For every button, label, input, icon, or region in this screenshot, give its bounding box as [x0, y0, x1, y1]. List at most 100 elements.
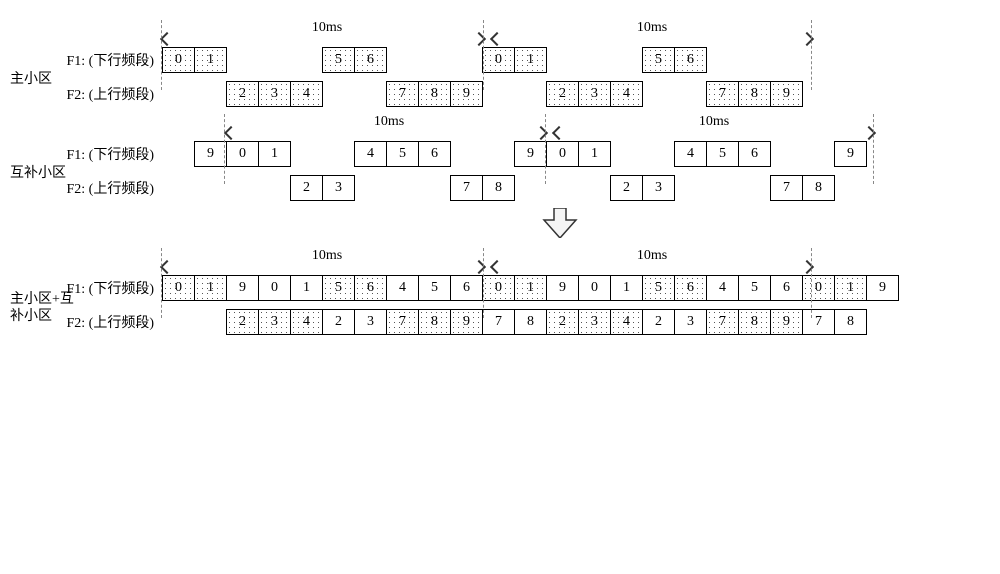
slot-cell [418, 175, 451, 201]
slot-cell [514, 81, 547, 107]
slot-cell: 0 [226, 141, 259, 167]
slot-cell: 8 [738, 309, 771, 335]
slot-cell [802, 141, 835, 167]
slot-cell: 1 [258, 141, 291, 167]
slot-cell: 4 [354, 141, 387, 167]
combined-f1-slots: 01901564560190156456019 [162, 275, 899, 301]
slot-cell [258, 47, 291, 73]
slot-cell [578, 47, 611, 73]
slot-cell: 2 [226, 81, 259, 107]
primary-f1-row: F1: (下行频段) 01560156 [42, 46, 990, 74]
slot-cell [450, 141, 483, 167]
complement-f1-slots: 9014569014569 [162, 141, 867, 167]
slot-cell: 7 [706, 81, 739, 107]
slot-cell [322, 81, 355, 107]
combined-f1-row: F1: (下行频段) 01901564560190156456019 [42, 274, 990, 302]
slot-cell: 5 [418, 275, 451, 301]
slot-cell [386, 175, 419, 201]
slot-cell: 8 [418, 81, 451, 107]
slot-cell: 4 [290, 309, 323, 335]
slot-cell [770, 141, 803, 167]
slot-cell: 7 [386, 81, 419, 107]
slot-cell [514, 175, 547, 201]
slot-cell: 4 [610, 309, 643, 335]
time-label: 10ms [637, 20, 667, 36]
time-label: 10ms [699, 114, 729, 130]
slot-cell: 2 [546, 81, 579, 107]
slot-cell: 5 [738, 275, 771, 301]
slot-cell: 1 [514, 275, 547, 301]
combined-label: 主小区+互 补小区 [10, 292, 100, 326]
slot-cell: 8 [418, 309, 451, 335]
slot-cell: 1 [290, 275, 323, 301]
slot-cell: 0 [482, 275, 515, 301]
slot-cell: 7 [482, 309, 515, 335]
combined-time-axis: 10ms 10ms [162, 248, 990, 274]
combined-label-line2: 补小区 [10, 309, 52, 324]
slot-cell [706, 175, 739, 201]
slot-cell: 0 [578, 275, 611, 301]
slot-cell: 0 [802, 275, 835, 301]
slot-cell: 4 [610, 81, 643, 107]
slot-cell [642, 81, 675, 107]
slot-cell: 3 [258, 309, 291, 335]
complement-section: 互补小区 10ms 10ms F1: (下行频段) 9014569014569 … [10, 114, 990, 202]
f1-label: F1: (下行频段) [42, 50, 162, 70]
slot-cell: 0 [482, 47, 515, 73]
slot-cell: 6 [738, 141, 771, 167]
slot-cell: 9 [514, 141, 547, 167]
slot-cell: 2 [610, 175, 643, 201]
slot-cell [194, 175, 227, 201]
slot-cell [290, 47, 323, 73]
slot-cell: 1 [834, 275, 867, 301]
slot-cell: 2 [226, 309, 259, 335]
time-label: 10ms [374, 114, 404, 130]
primary-time-axis: 10ms 10ms [162, 20, 990, 46]
primary-f1-slots: 01560156 [162, 47, 707, 73]
complement-f2-slots: 23782378 [162, 175, 835, 201]
slot-cell: 6 [674, 47, 707, 73]
complement-label: 互补小区 [10, 166, 80, 183]
slot-cell [354, 81, 387, 107]
slot-cell [162, 309, 195, 335]
slot-cell [674, 81, 707, 107]
slot-cell [738, 175, 771, 201]
slot-cell: 2 [290, 175, 323, 201]
slot-cell [258, 175, 291, 201]
time-label: 10ms [312, 20, 342, 36]
complement-f2-row: F2: (上行频段) 23782378 [42, 174, 990, 202]
slot-cell: 7 [706, 309, 739, 335]
slot-cell: 8 [834, 309, 867, 335]
combined-label-line1: 主小区+互 [10, 292, 74, 307]
slot-cell: 9 [770, 81, 803, 107]
slot-cell: 3 [642, 175, 675, 201]
time-label: 10ms [312, 248, 342, 264]
slot-cell: 9 [450, 81, 483, 107]
slot-cell: 1 [610, 275, 643, 301]
slot-cell: 0 [258, 275, 291, 301]
primary-section: 主小区 10ms 10ms F1: (下行频段) 01560156 F2: (上… [10, 20, 990, 108]
slot-cell: 5 [386, 141, 419, 167]
slot-cell: 9 [770, 309, 803, 335]
slot-cell: 6 [418, 141, 451, 167]
slot-cell: 3 [322, 175, 355, 201]
combined-section: 主小区+互 补小区 10ms 10ms F1: (下行频段) 019015645… [10, 248, 990, 336]
slot-cell [194, 309, 227, 335]
slot-cell: 9 [226, 275, 259, 301]
slot-cell: 6 [450, 275, 483, 301]
slot-cell: 4 [706, 275, 739, 301]
slot-cell: 2 [642, 309, 675, 335]
slot-cell: 5 [322, 47, 355, 73]
complement-time-axis: 10ms 10ms [224, 114, 990, 140]
slot-cell: 0 [546, 141, 579, 167]
slot-cell: 0 [162, 275, 195, 301]
slot-cell: 2 [546, 309, 579, 335]
slot-cell [450, 47, 483, 73]
slot-cell: 9 [834, 141, 867, 167]
slot-cell: 8 [802, 175, 835, 201]
slot-cell: 5 [706, 141, 739, 167]
time-label: 10ms [637, 248, 667, 264]
slot-cell: 5 [642, 275, 675, 301]
slot-cell: 1 [514, 47, 547, 73]
slot-cell: 3 [258, 81, 291, 107]
